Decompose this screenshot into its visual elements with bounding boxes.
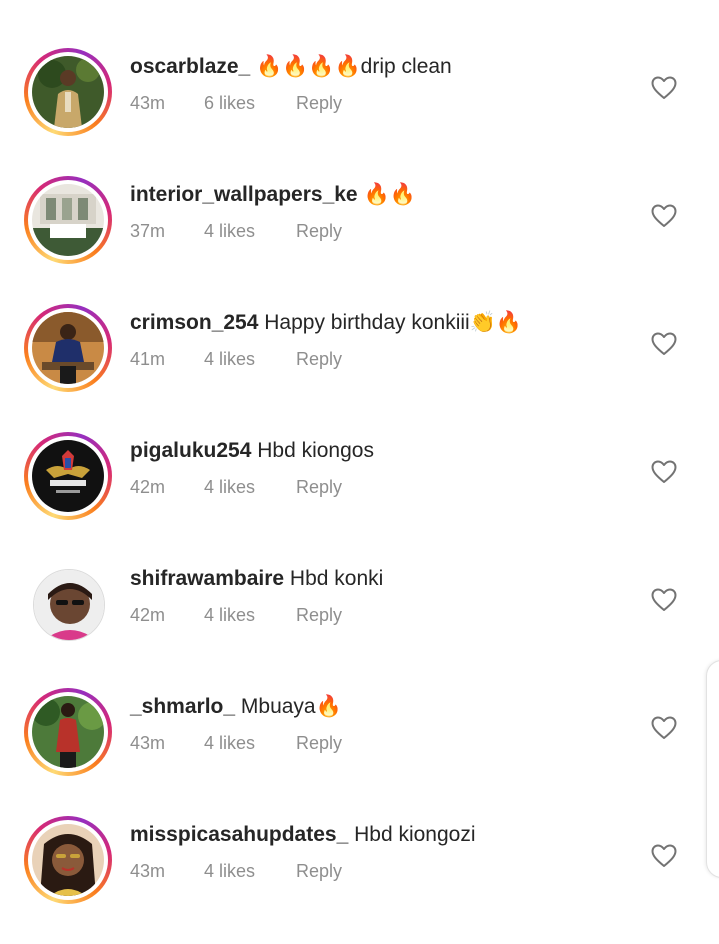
avatar[interactable] [24,48,112,136]
comment-text-line: crimson_254 Happy birthday konkiii👏🔥 [130,308,522,338]
comment-text-line: oscarblaze_ 🔥🔥🔥🔥drip clean [130,52,452,82]
avatar-photo [32,184,104,256]
comment-likes[interactable]: 4 likes [204,348,296,370]
comment-item: _shmarlo_ Mbuaya🔥 43m 4 likes Reply [0,688,719,816]
comment-body: Mbuaya🔥 [235,695,342,718]
avatar-photo [33,569,105,641]
comment-likes[interactable]: 4 likes [204,476,296,498]
comment-meta: 42m 4 likes Reply [130,604,342,626]
comment-meta: 42m 4 likes Reply [130,476,342,498]
comment-body: Hbd kiongos [251,439,374,462]
reply-button[interactable]: Reply [296,348,342,370]
comment-item: pigaluku254 Hbd kiongos 42m 4 likes Reply [0,432,719,560]
reply-button[interactable]: Reply [296,860,342,882]
comment-likes[interactable]: 4 likes [204,220,296,242]
comment-text-line: interior_wallpapers_ke 🔥🔥 [130,180,416,210]
comment-likes[interactable]: 4 likes [204,860,296,882]
comment-meta: 43m 4 likes Reply [130,860,342,882]
avatar[interactable] [24,816,112,904]
avatar[interactable] [24,432,112,520]
heart-outline-icon[interactable] [651,716,677,740]
comment-text-line: pigaluku254 Hbd kiongos [130,436,374,466]
comment-time: 42m [130,605,166,625]
comment-likes[interactable]: 6 likes [204,92,296,114]
avatar-photo [32,696,104,768]
comment-time: 43m [130,733,166,753]
comment-item: oscarblaze_ 🔥🔥🔥🔥drip clean 43m 6 likes Rep… [0,48,719,176]
avatar[interactable] [24,304,112,392]
reply-button[interactable]: Reply [296,476,342,498]
comment-body: 🔥🔥🔥🔥drip clean [250,55,452,78]
comment-item: interior_wallpapers_ke 🔥🔥 37m 4 likes Repl… [0,176,719,304]
heart-outline-icon[interactable] [651,460,677,484]
comment-item: crimson_254 Happy birthday konkiii👏🔥 41m… [0,304,719,432]
heart-outline-icon[interactable] [651,76,677,100]
comment-time: 43m [130,93,166,113]
comment-time: 41m [130,349,166,369]
comment-username[interactable]: pigaluku254 [130,439,251,462]
comment-item: misspicasahupdates_ Hbd kiongozi 43m 4 li… [0,816,719,944]
comment-body: Happy birthday konkiii👏🔥 [258,311,522,334]
comment-username[interactable]: interior_wallpapers_ke [130,183,358,206]
comment-meta: 37m 4 likes Reply [130,220,342,242]
comment-text-line: shifrawambaire Hbd konki [130,564,383,594]
comment-text-line: misspicasahupdates_ Hbd kiongozi [130,820,476,850]
reply-button[interactable]: Reply [296,220,342,242]
comment-meta: 41m 4 likes Reply [130,348,342,370]
avatar-photo [32,312,104,384]
heart-outline-icon[interactable] [651,332,677,356]
comment-likes[interactable]: 4 likes [204,604,296,626]
avatar-photo [32,824,104,896]
comment-meta: 43m 6 likes Reply [130,92,342,114]
comment-username[interactable]: misspicasahupdates_ [130,823,348,846]
avatar-logo [32,440,104,512]
heart-outline-icon[interactable] [651,204,677,228]
comment-time: 43m [130,861,166,881]
reply-button[interactable]: Reply [296,604,342,626]
avatar[interactable] [24,560,112,648]
comment-username[interactable]: oscarblaze_ [130,55,250,78]
reply-button[interactable]: Reply [296,732,342,754]
comment-likes[interactable]: 4 likes [204,732,296,754]
comment-text-line: _shmarlo_ Mbuaya🔥 [130,692,342,722]
comment-body: Hbd kiongozi [348,823,476,846]
comment-username[interactable]: crimson_254 [130,311,258,334]
reply-button[interactable]: Reply [296,92,342,114]
comment-time: 37m [130,221,166,241]
avatar-photo [32,56,104,128]
comment-body: 🔥🔥 [357,183,416,206]
avatar[interactable] [24,688,112,776]
heart-outline-icon[interactable] [651,844,677,868]
side-panel-edge[interactable] [706,660,719,878]
heart-outline-icon[interactable] [651,588,677,612]
comment-time: 42m [130,477,166,497]
comment-item: shifrawambaire Hbd konki 42m 4 likes Reply [0,560,719,688]
comment-username[interactable]: shifrawambaire [130,567,284,590]
comment-body: Hbd konki [284,567,384,590]
comment-meta: 43m 4 likes Reply [130,732,342,754]
comment-username[interactable]: _shmarlo_ [130,695,235,718]
avatar[interactable] [24,176,112,264]
